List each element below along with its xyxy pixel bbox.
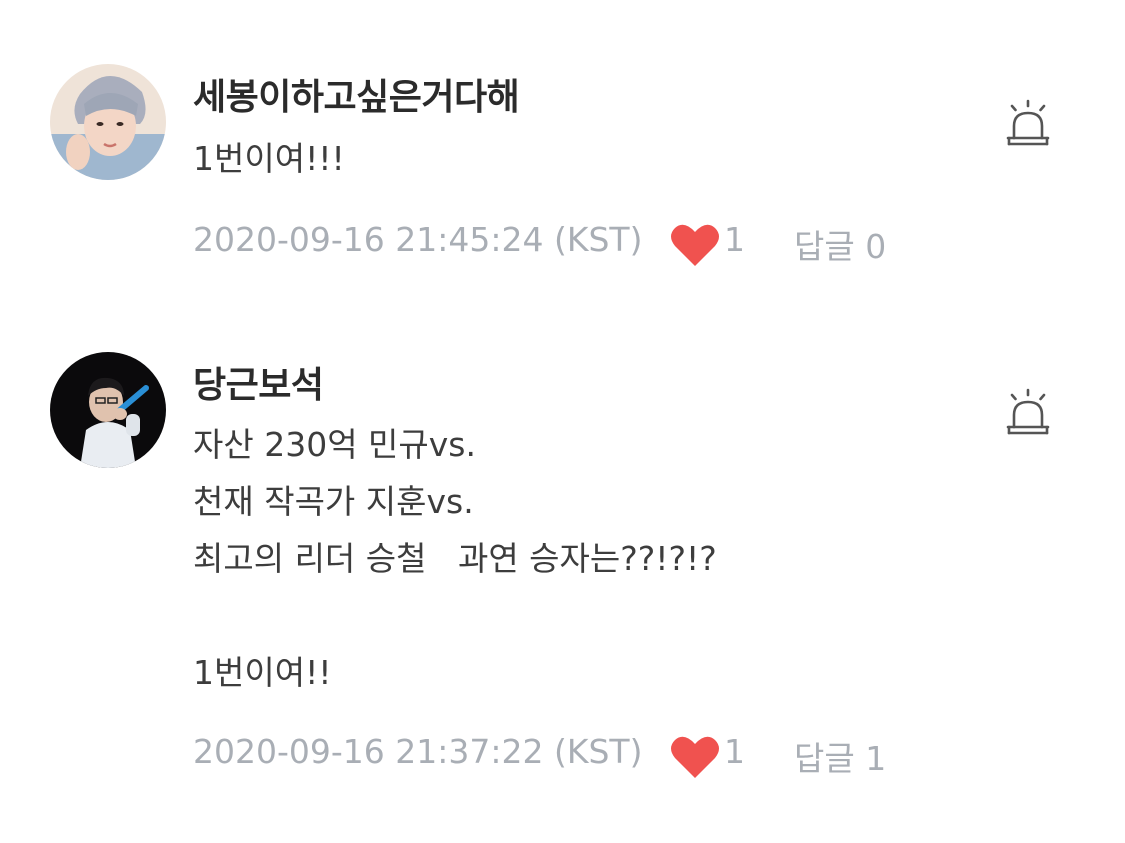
reply-button[interactable]: 답글 1: [794, 732, 886, 780]
like-count: 1: [724, 220, 745, 259]
comment-author: 당근보석: [193, 365, 324, 406]
avatar[interactable]: [50, 64, 166, 180]
comment-body: 1번이여!!!: [193, 139, 345, 178]
heart-icon[interactable]: [669, 222, 721, 268]
siren-report-icon[interactable]: [1003, 98, 1053, 148]
comment-timestamp: 2020-09-16 21:45:24 (KST): [193, 220, 643, 259]
comment-timestamp: 2020-09-16 21:37:22 (KST): [193, 732, 643, 771]
comment-author: 세봉이하고싶은거다해: [193, 77, 520, 118]
heart-icon[interactable]: [669, 734, 721, 780]
siren-report-icon[interactable]: [1003, 387, 1053, 437]
avatar[interactable]: [50, 352, 166, 468]
reply-button[interactable]: 답글 0: [794, 220, 886, 268]
comment-body: 자산 230억 민규vs. 천재 작곡가 지훈vs. 최고의 리더 승철 과연 …: [193, 425, 717, 692]
like-count: 1: [724, 732, 745, 771]
